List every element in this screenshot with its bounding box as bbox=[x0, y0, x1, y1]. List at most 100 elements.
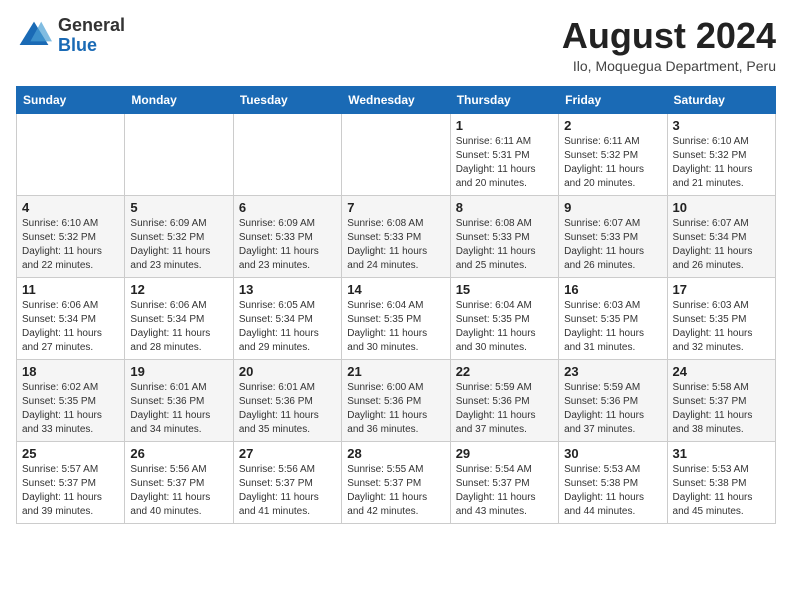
calendar-cell: 8 Sunrise: 6:08 AM Sunset: 5:33 PM Daylig… bbox=[450, 195, 558, 277]
day-number: 4 bbox=[22, 200, 119, 215]
day-number: 27 bbox=[239, 446, 336, 461]
day-info: Sunrise: 6:00 AM Sunset: 5:36 PM Dayligh… bbox=[347, 381, 444, 437]
day-header-sunday: Sunday bbox=[17, 86, 125, 113]
day-header-friday: Friday bbox=[559, 86, 667, 113]
day-number: 26 bbox=[130, 446, 227, 461]
calendar-cell bbox=[233, 113, 341, 195]
calendar-week-5: 25 Sunrise: 5:57 AM Sunset: 5:37 PM Dayli… bbox=[17, 441, 776, 523]
day-number: 21 bbox=[347, 364, 444, 379]
logo: General Blue bbox=[16, 16, 125, 56]
day-info: Sunrise: 6:07 AM Sunset: 5:34 PM Dayligh… bbox=[673, 217, 770, 273]
day-number: 13 bbox=[239, 282, 336, 297]
day-info: Sunrise: 6:03 AM Sunset: 5:35 PM Dayligh… bbox=[564, 299, 661, 355]
calendar-cell: 3 Sunrise: 6:10 AM Sunset: 5:32 PM Daylig… bbox=[667, 113, 775, 195]
calendar-week-2: 4 Sunrise: 6:10 AM Sunset: 5:32 PM Daylig… bbox=[17, 195, 776, 277]
calendar-cell: 6 Sunrise: 6:09 AM Sunset: 5:33 PM Daylig… bbox=[233, 195, 341, 277]
day-number: 10 bbox=[673, 200, 770, 215]
day-number: 23 bbox=[564, 364, 661, 379]
calendar-cell: 23 Sunrise: 5:59 AM Sunset: 5:36 PM Dayli… bbox=[559, 359, 667, 441]
day-number: 28 bbox=[347, 446, 444, 461]
day-number: 8 bbox=[456, 200, 553, 215]
day-number: 29 bbox=[456, 446, 553, 461]
day-info: Sunrise: 6:04 AM Sunset: 5:35 PM Dayligh… bbox=[347, 299, 444, 355]
day-info: Sunrise: 5:56 AM Sunset: 5:37 PM Dayligh… bbox=[239, 463, 336, 519]
day-number: 3 bbox=[673, 118, 770, 133]
calendar-cell: 21 Sunrise: 6:00 AM Sunset: 5:36 PM Dayli… bbox=[342, 359, 450, 441]
day-info: Sunrise: 6:10 AM Sunset: 5:32 PM Dayligh… bbox=[22, 217, 119, 273]
calendar-cell: 14 Sunrise: 6:04 AM Sunset: 5:35 PM Dayli… bbox=[342, 277, 450, 359]
calendar-cell: 4 Sunrise: 6:10 AM Sunset: 5:32 PM Daylig… bbox=[17, 195, 125, 277]
calendar-cell: 28Sunrise: 5:55 AM Sunset: 5:37 PM Dayli… bbox=[342, 441, 450, 523]
day-number: 2 bbox=[564, 118, 661, 133]
day-number: 18 bbox=[22, 364, 119, 379]
day-number: 6 bbox=[239, 200, 336, 215]
calendar-cell: 24 Sunrise: 5:58 AM Sunset: 5:37 PM Dayli… bbox=[667, 359, 775, 441]
calendar-cell: 2 Sunrise: 6:11 AM Sunset: 5:32 PM Daylig… bbox=[559, 113, 667, 195]
calendar-cell: 30 Sunrise: 5:53 AM Sunset: 5:38 PM Dayli… bbox=[559, 441, 667, 523]
day-info: Sunrise: 6:01 AM Sunset: 5:36 PM Dayligh… bbox=[239, 381, 336, 437]
day-info: Sunrise: 6:01 AM Sunset: 5:36 PM Dayligh… bbox=[130, 381, 227, 437]
calendar-week-3: 11 Sunrise: 6:06 AM Sunset: 5:34 PM Dayli… bbox=[17, 277, 776, 359]
day-info: Sunrise: 6:09 AM Sunset: 5:33 PM Dayligh… bbox=[239, 217, 336, 273]
calendar-cell: 7Sunrise: 6:08 AM Sunset: 5:33 PM Daylig… bbox=[342, 195, 450, 277]
calendar-cell: 26 Sunrise: 5:56 AM Sunset: 5:37 PM Dayli… bbox=[125, 441, 233, 523]
calendar-cell: 11 Sunrise: 6:06 AM Sunset: 5:34 PM Dayli… bbox=[17, 277, 125, 359]
calendar-cell: 29Sunrise: 5:54 AM Sunset: 5:37 PM Dayli… bbox=[450, 441, 558, 523]
day-info: Sunrise: 5:58 AM Sunset: 5:37 PM Dayligh… bbox=[673, 381, 770, 437]
day-number: 5 bbox=[130, 200, 227, 215]
day-number: 22 bbox=[456, 364, 553, 379]
calendar-cell: 5Sunrise: 6:09 AM Sunset: 5:32 PM Daylig… bbox=[125, 195, 233, 277]
day-info: Sunrise: 5:56 AM Sunset: 5:37 PM Dayligh… bbox=[130, 463, 227, 519]
calendar-cell: 9 Sunrise: 6:07 AM Sunset: 5:33 PM Daylig… bbox=[559, 195, 667, 277]
day-info: Sunrise: 6:10 AM Sunset: 5:32 PM Dayligh… bbox=[673, 135, 770, 191]
day-number: 11 bbox=[22, 282, 119, 297]
day-number: 14 bbox=[347, 282, 444, 297]
day-info: Sunrise: 5:53 AM Sunset: 5:38 PM Dayligh… bbox=[564, 463, 661, 519]
day-header-tuesday: Tuesday bbox=[233, 86, 341, 113]
day-info: Sunrise: 6:11 AM Sunset: 5:32 PM Dayligh… bbox=[564, 135, 661, 191]
day-number: 15 bbox=[456, 282, 553, 297]
calendar-cell: 10 Sunrise: 6:07 AM Sunset: 5:34 PM Dayli… bbox=[667, 195, 775, 277]
calendar-header-row: SundayMondayTuesdayWednesdayThursdayFrid… bbox=[17, 86, 776, 113]
day-info: Sunrise: 6:02 AM Sunset: 5:35 PM Dayligh… bbox=[22, 381, 119, 437]
calendar-cell: 1Sunrise: 6:11 AM Sunset: 5:31 PM Daylig… bbox=[450, 113, 558, 195]
title-area: August 2024 Ilo, Moquegua Department, Pe… bbox=[562, 16, 776, 74]
day-info: Sunrise: 6:07 AM Sunset: 5:33 PM Dayligh… bbox=[564, 217, 661, 273]
day-info: Sunrise: 6:06 AM Sunset: 5:34 PM Dayligh… bbox=[130, 299, 227, 355]
day-header-thursday: Thursday bbox=[450, 86, 558, 113]
calendar-cell: 27 Sunrise: 5:56 AM Sunset: 5:37 PM Dayli… bbox=[233, 441, 341, 523]
calendar-cell: 15 Sunrise: 6:04 AM Sunset: 5:35 PM Dayli… bbox=[450, 277, 558, 359]
calendar-title: August 2024 bbox=[562, 16, 776, 56]
calendar-cell: 19Sunrise: 6:01 AM Sunset: 5:36 PM Dayli… bbox=[125, 359, 233, 441]
calendar-cell: 25 Sunrise: 5:57 AM Sunset: 5:37 PM Dayli… bbox=[17, 441, 125, 523]
logo-icon bbox=[16, 18, 52, 54]
day-header-wednesday: Wednesday bbox=[342, 86, 450, 113]
day-info: Sunrise: 5:59 AM Sunset: 5:36 PM Dayligh… bbox=[564, 381, 661, 437]
day-info: Sunrise: 6:03 AM Sunset: 5:35 PM Dayligh… bbox=[673, 299, 770, 355]
calendar-cell: 16Sunrise: 6:03 AM Sunset: 5:35 PM Dayli… bbox=[559, 277, 667, 359]
day-number: 24 bbox=[673, 364, 770, 379]
day-info: Sunrise: 5:53 AM Sunset: 5:38 PM Dayligh… bbox=[673, 463, 770, 519]
day-info: Sunrise: 6:08 AM Sunset: 5:33 PM Dayligh… bbox=[456, 217, 553, 273]
day-number: 9 bbox=[564, 200, 661, 215]
day-header-saturday: Saturday bbox=[667, 86, 775, 113]
calendar-cell: 12 Sunrise: 6:06 AM Sunset: 5:34 PM Dayli… bbox=[125, 277, 233, 359]
day-info: Sunrise: 6:04 AM Sunset: 5:35 PM Dayligh… bbox=[456, 299, 553, 355]
day-info: Sunrise: 6:05 AM Sunset: 5:34 PM Dayligh… bbox=[239, 299, 336, 355]
calendar-cell: 31 Sunrise: 5:53 AM Sunset: 5:38 PM Dayli… bbox=[667, 441, 775, 523]
day-info: Sunrise: 6:06 AM Sunset: 5:34 PM Dayligh… bbox=[22, 299, 119, 355]
day-number: 31 bbox=[673, 446, 770, 461]
calendar-cell bbox=[125, 113, 233, 195]
calendar-week-1: 1Sunrise: 6:11 AM Sunset: 5:31 PM Daylig… bbox=[17, 113, 776, 195]
day-number: 30 bbox=[564, 446, 661, 461]
day-info: Sunrise: 5:59 AM Sunset: 5:36 PM Dayligh… bbox=[456, 381, 553, 437]
day-info: Sunrise: 5:57 AM Sunset: 5:37 PM Dayligh… bbox=[22, 463, 119, 519]
day-header-monday: Monday bbox=[125, 86, 233, 113]
day-number: 12 bbox=[130, 282, 227, 297]
page-header: General Blue August 2024 Ilo, Moquegua D… bbox=[16, 16, 776, 74]
logo-text: General Blue bbox=[58, 16, 125, 56]
calendar-cell: 22 Sunrise: 5:59 AM Sunset: 5:36 PM Dayli… bbox=[450, 359, 558, 441]
calendar-table: SundayMondayTuesdayWednesdayThursdayFrid… bbox=[16, 86, 776, 524]
calendar-cell bbox=[342, 113, 450, 195]
day-number: 25 bbox=[22, 446, 119, 461]
